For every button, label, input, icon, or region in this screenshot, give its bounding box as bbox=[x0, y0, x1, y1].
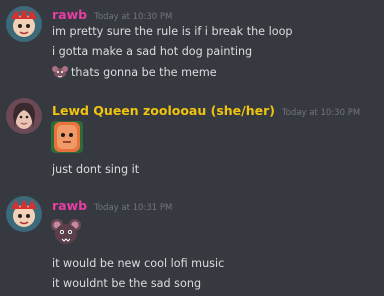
rat-emoji-icon bbox=[52, 66, 68, 78]
face-emoji-icon bbox=[51, 121, 83, 153]
avatar-rawb-image bbox=[6, 6, 42, 42]
avatar-rawb-image bbox=[6, 196, 42, 232]
rat-emoji-icon bbox=[51, 219, 81, 244]
author-name[interactable]: rawb bbox=[52, 7, 87, 22]
message-timestamp: Today at 10:30 PM bbox=[94, 12, 173, 22]
message-text: i gotta make a sad hot dog painting bbox=[52, 45, 253, 58]
author-name[interactable]: Lewd Queen zoolooau (she/her) bbox=[52, 103, 275, 118]
message-timestamp: Today at 10:31 PM bbox=[94, 203, 173, 213]
avatar-zoolooau-image bbox=[6, 98, 42, 134]
author-name[interactable]: rawb bbox=[52, 198, 87, 213]
avatar-rawb[interactable] bbox=[6, 6, 42, 42]
message-line-with-emoji: thats gonna be the meme bbox=[52, 65, 217, 79]
message-timestamp: Today at 10:30 PM bbox=[281, 108, 361, 118]
message-text: just dont sing it bbox=[52, 163, 140, 176]
message-text: it wouldnt be the sad song bbox=[52, 277, 202, 290]
avatar-zoolooau[interactable] bbox=[6, 98, 42, 134]
message-text: it would be new cool lofi music bbox=[52, 257, 225, 270]
avatar-rawb[interactable] bbox=[6, 196, 42, 232]
message-text: im pretty sure the rule is if i break th… bbox=[52, 25, 293, 38]
message-text: thats gonna be the meme bbox=[71, 65, 217, 79]
